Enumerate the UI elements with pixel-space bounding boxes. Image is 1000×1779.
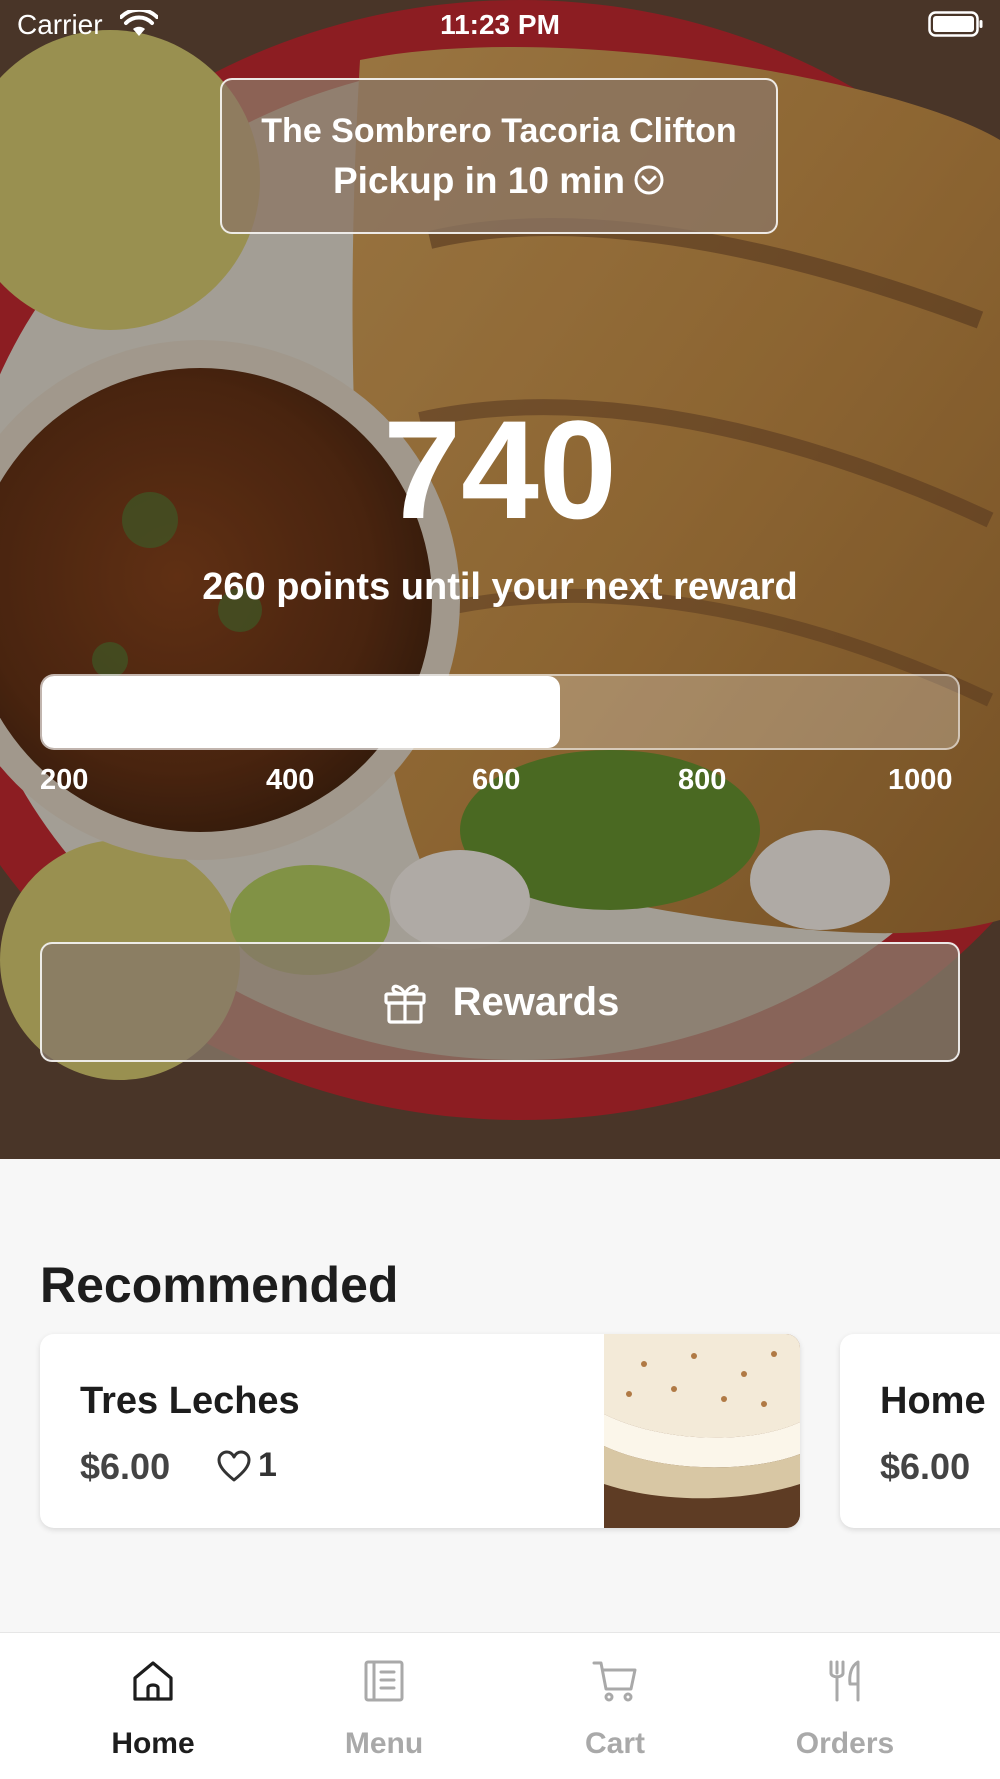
item-price: $6.00 bbox=[80, 1446, 171, 1487]
recommended-heading: Recommended bbox=[40, 1257, 399, 1313]
item-name: Home bbox=[880, 1380, 986, 1422]
recommended-item-card[interactable]: Home $6.00 bbox=[840, 1334, 1000, 1528]
item-price: $6.00 bbox=[880, 1446, 971, 1487]
home-icon bbox=[133, 1661, 173, 1701]
status-bar: Carrier 11:23 PM bbox=[0, 0, 1000, 50]
gift-icon bbox=[384, 984, 426, 1024]
rewards-progress-bar bbox=[40, 674, 960, 750]
rewards-button[interactable]: Rewards bbox=[40, 942, 960, 1062]
fork-knife-icon bbox=[829, 1660, 860, 1702]
progress-tick: 600 bbox=[472, 764, 521, 796]
chevron-down-icon bbox=[634, 165, 664, 195]
like-count: 1 bbox=[258, 1446, 277, 1484]
clock: 11:23 PM bbox=[440, 9, 560, 40]
tab-home[interactable]: Home bbox=[53, 1633, 253, 1779]
store-name: The Sombrero Tacoria Clifton bbox=[261, 112, 737, 150]
recommended-item-card[interactable]: Tres Leches $6.00 1 bbox=[40, 1334, 800, 1528]
heart-icon bbox=[217, 1450, 251, 1481]
rewards-progress-fill bbox=[42, 676, 560, 748]
tab-menu[interactable]: Menu bbox=[284, 1633, 484, 1779]
points-caption: 260 points until your next reward bbox=[202, 566, 798, 608]
store-pickup-selector[interactable]: The Sombrero Tacoria Clifton Pickup in 1… bbox=[220, 78, 778, 234]
item-name: Tres Leches bbox=[80, 1380, 300, 1422]
progress-tick: 800 bbox=[678, 764, 727, 796]
progress-tick: 1000 bbox=[888, 764, 953, 796]
battery-icon bbox=[928, 11, 983, 37]
progress-tick: 200 bbox=[40, 764, 89, 796]
progress-tick: 400 bbox=[266, 764, 315, 796]
tab-label: Orders bbox=[795, 1727, 895, 1760]
tab-label: Home bbox=[111, 1727, 195, 1760]
tab-label: Cart bbox=[584, 1727, 645, 1760]
cart-icon bbox=[592, 1661, 637, 1702]
tab-bar: Home Menu Cart Orders bbox=[0, 1632, 1000, 1779]
like-counter[interactable]: 1 bbox=[216, 1446, 277, 1485]
tres-leches-image bbox=[604, 1334, 800, 1528]
points-total: 740 bbox=[383, 391, 617, 548]
rewards-button-label: Rewards bbox=[452, 979, 620, 1024]
pickup-time: Pickup in 10 min bbox=[222, 160, 776, 202]
pickup-time-label: Pickup in 10 min bbox=[333, 160, 625, 201]
hero-section: Carrier 11:23 PM The Sombrero Tacoria Cl… bbox=[0, 0, 1000, 1159]
tab-orders[interactable]: Orders bbox=[745, 1633, 945, 1779]
tab-label: Menu bbox=[344, 1727, 424, 1760]
tab-cart[interactable]: Cart bbox=[515, 1633, 715, 1779]
menu-icon bbox=[364, 1660, 404, 1702]
